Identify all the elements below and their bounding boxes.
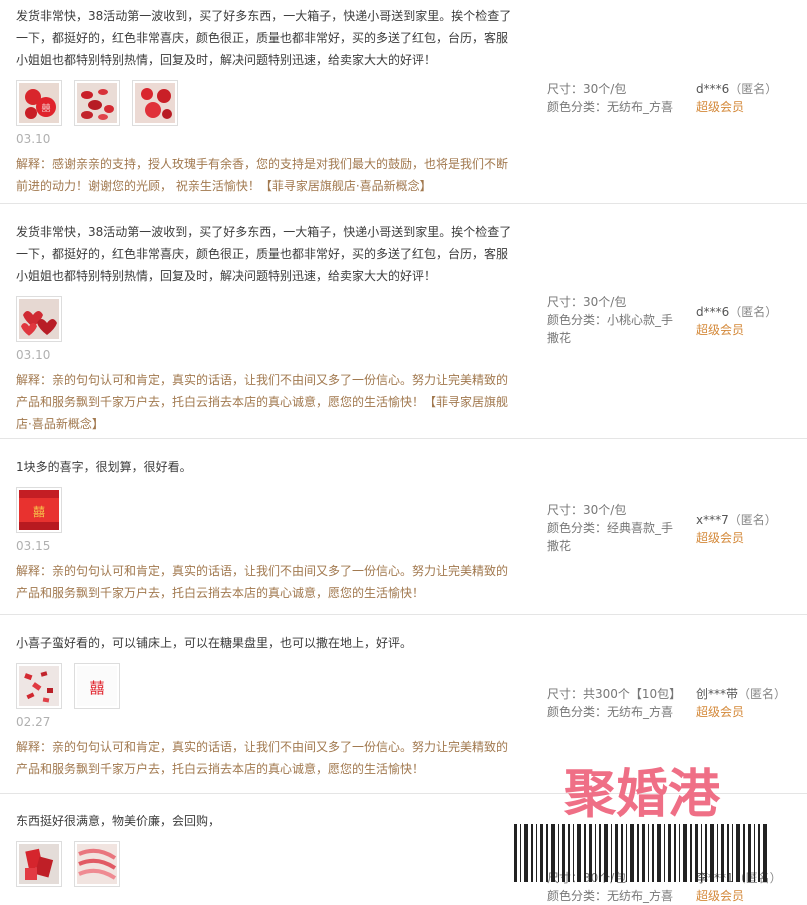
anonymous-tag: （匿名）: [738, 687, 787, 701]
reviewer-info: x***7（匿名） 超级会员: [696, 511, 806, 547]
sku-color: 颜色分类：小桃心款_手撒花: [547, 313, 674, 345]
sku-color: 颜色分类：无纺布_方喜: [547, 705, 674, 719]
seller-reply: 解释：亲的句句认可和肯定，真实的话语，让我们不由间又多了一份信心。努力让完美精致…: [16, 740, 509, 776]
review-photos: [16, 296, 516, 342]
member-level: 超级会员: [696, 100, 745, 114]
sku-size: 尺寸：30个/包: [547, 295, 627, 309]
sku-size: 尺寸：30个/包: [547, 503, 627, 517]
sku-color: 颜色分类：无纺布_方喜: [547, 889, 674, 903]
sku-size: 尺寸：30个/包: [547, 82, 627, 96]
sku-info: 尺寸：共300个【10包】 颜色分类：无纺布_方喜: [547, 685, 682, 721]
review-text: 发货非常快，38活动第一波收到，买了好多东西，一大箱子，快递小哥送到家里。挨个检…: [16, 225, 512, 283]
member-level: 超级会员: [696, 705, 745, 719]
reviewer-info: d***6（匿名） 超级会员: [696, 80, 806, 116]
anonymous-tag: （匿名）: [729, 305, 778, 319]
review-photos: [16, 841, 516, 887]
anonymous-tag: （匿名）: [728, 513, 777, 527]
brand-watermark-logo: 聚婚港: [514, 765, 767, 882]
review-text: 1块多的喜字，很划算，很好看。: [16, 460, 192, 474]
round-red-xi-icon: 囍: [19, 83, 59, 123]
sku-color: 颜色分类：经典喜款_手撒花: [547, 521, 674, 553]
review-photo-thumbnail[interactable]: [74, 80, 120, 126]
scattered-confetti-icon: [19, 666, 59, 706]
review-photos: 囍: [16, 663, 516, 709]
review-photo-thumbnail[interactable]: 囍: [16, 487, 62, 533]
anonymous-tag: （匿名）: [729, 82, 778, 96]
review-photo-thumbnail[interactable]: 囍: [74, 663, 120, 709]
sku-color: 颜色分类：无纺布_方喜: [547, 100, 674, 114]
seller-reply: 解释：亲的句句认可和肯定，真实的话语，让我们不由间又多了一份信心。努力让完美精致…: [16, 373, 509, 431]
reviewer-info: 创***带（匿名） 超级会员: [696, 685, 806, 721]
review-item: 1块多的喜字，很划算，很好看。 囍 03.15 解释：亲的句句认可和肯定，真实的…: [0, 439, 807, 615]
member-level: 超级会员: [696, 889, 745, 903]
review-text: 小喜子蛮好看的，可以铺床上，可以在糖果盘里，也可以撒在地上，好评。: [16, 636, 413, 650]
red-balls-icon: [135, 83, 175, 123]
sku-info: 尺寸：30个/包 颜色分类：经典喜款_手撒花: [547, 501, 682, 555]
sku-size: 尺寸：共300个【10包】: [547, 687, 682, 701]
sku-info: 尺寸：30个/包 颜色分类：无纺布_方喜: [547, 80, 682, 116]
member-level: 超级会员: [696, 531, 745, 545]
review-photos: 囍: [16, 80, 516, 126]
reviewer-name: d***6: [696, 305, 730, 319]
red-petals-icon: [77, 83, 117, 123]
review-photo-thumbnail[interactable]: [16, 663, 62, 709]
svg-text:囍: 囍: [33, 505, 45, 519]
seller-reply: 解释：感谢亲亲的支持，授人玫瑰手有余香，您的支持是对我们最大的鼓励，也将是我们不…: [16, 157, 509, 193]
review-photos: 囍: [16, 487, 516, 533]
red-xi-cutout-icon: 囍: [19, 490, 59, 530]
svg-text:囍: 囍: [89, 679, 104, 697]
reviewer-name: d***6: [696, 82, 730, 96]
member-level: 超级会员: [696, 323, 745, 337]
review-photo-thumbnail[interactable]: 囍: [16, 80, 62, 126]
review-photo-thumbnail[interactable]: [74, 841, 120, 887]
xi-character-icon: 囍: [77, 666, 117, 706]
review-photo-thumbnail[interactable]: [16, 841, 62, 887]
reviewer-name: 创***带: [696, 687, 739, 701]
review-date: 03.10: [16, 132, 51, 146]
pink-ribbon-icon: [77, 844, 117, 884]
review-date: 02.27: [16, 715, 51, 729]
barcode-icon: [514, 824, 767, 882]
review-text: 发货非常快，38活动第一波收到，买了好多东西，一大箱子，快递小哥送到家里。挨个检…: [16, 9, 512, 67]
brand-text: 聚婚港: [563, 765, 721, 825]
red-xi-pile-icon: [19, 844, 59, 884]
svg-text:囍: 囍: [41, 102, 50, 114]
reviewer-info: d***6（匿名） 超级会员: [696, 303, 806, 339]
reviewer-name: x***7: [696, 513, 729, 527]
review-item: 发货非常快，38活动第一波收到，买了好多东西，一大箱子，快递小哥送到家里。挨个检…: [0, 0, 807, 204]
red-hearts-icon: [19, 299, 59, 339]
review-photo-thumbnail[interactable]: [132, 80, 178, 126]
review-date: 03.10: [16, 348, 51, 362]
review-text: 东西挺好很满意，物美价廉，会回购，: [16, 814, 221, 828]
review-item: 发货非常快，38活动第一波收到，买了好多东西，一大箱子，快递小哥送到家里。挨个检…: [0, 204, 807, 439]
sku-info: 尺寸：30个/包 颜色分类：小桃心款_手撒花: [547, 293, 682, 347]
seller-reply: 解释：亲的句句认可和肯定，真实的话语，让我们不由间又多了一份信心。努力让完美精致…: [16, 564, 509, 600]
review-date: 03.15: [16, 539, 51, 553]
review-photo-thumbnail[interactable]: [16, 296, 62, 342]
